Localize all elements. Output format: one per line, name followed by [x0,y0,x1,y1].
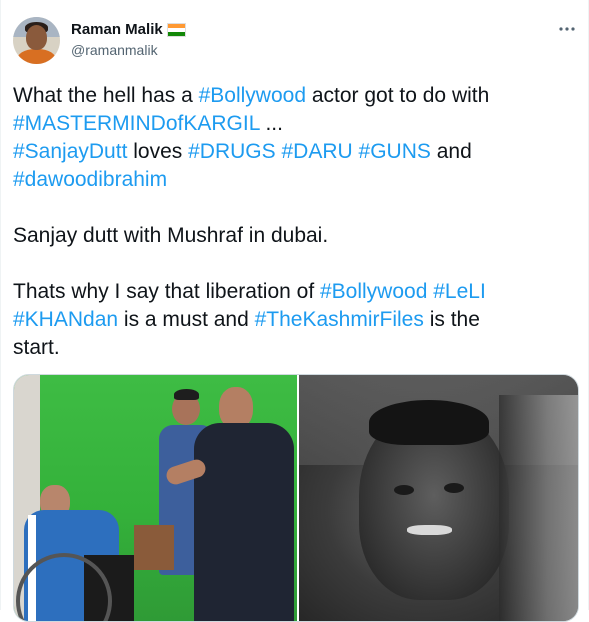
avatar[interactable] [13,17,60,64]
tweet-line: Thats why I say that liberation of #Boll… [13,280,486,303]
hashtag-link[interactable]: #dawoodibrahim [13,168,167,191]
tweet-card[interactable]: Raman Malik @ramanmalik What the hell ha… [0,0,589,622]
hashtag-link[interactable]: #SanjayDutt [13,140,127,163]
hashtag-link[interactable]: #DARU [281,140,352,163]
tweet-line: #MASTERMINDofKARGIL ... [13,112,283,135]
author-name[interactable]: Raman Malik [71,21,163,38]
tweet-line: #KHANdan is a must and #TheKashmirFiles … [13,308,480,331]
media-grid [13,374,579,622]
hashtag-link[interactable]: #Bollywood [320,280,427,303]
hashtag-link[interactable]: #TheKashmirFiles [255,308,424,331]
hashtag-link[interactable]: #Bollywood [199,84,306,107]
more-horizontal-icon[interactable] [555,17,579,41]
author-handle[interactable]: @ramanmalik [71,42,158,58]
author-name-row: Raman Malik [71,21,186,38]
hashtag-link[interactable]: #KHANdan [13,308,118,331]
tweet-line: start. [13,336,60,359]
photo-right[interactable] [299,375,578,621]
hashtag-link[interactable]: #LeLI [433,280,486,303]
tweet-line: Sanjay dutt with Mushraf in dubai. [13,224,329,247]
tweet-line: What the hell has a #Bollywood actor got… [13,84,490,107]
tweet-line: #SanjayDutt loves #DRUGS #DARU #GUNS and [13,140,472,163]
hashtag-link[interactable]: #GUNS [359,140,431,163]
tweet-line: #dawoodibrahim [13,166,573,194]
tweet-text: What the hell has a #Bollywood actor got… [13,82,573,362]
india-flag-icon [166,22,186,37]
hashtag-link[interactable]: #MASTERMINDofKARGIL [13,112,260,135]
photo-left[interactable] [14,375,297,621]
hashtag-link[interactable]: #DRUGS [188,140,276,163]
